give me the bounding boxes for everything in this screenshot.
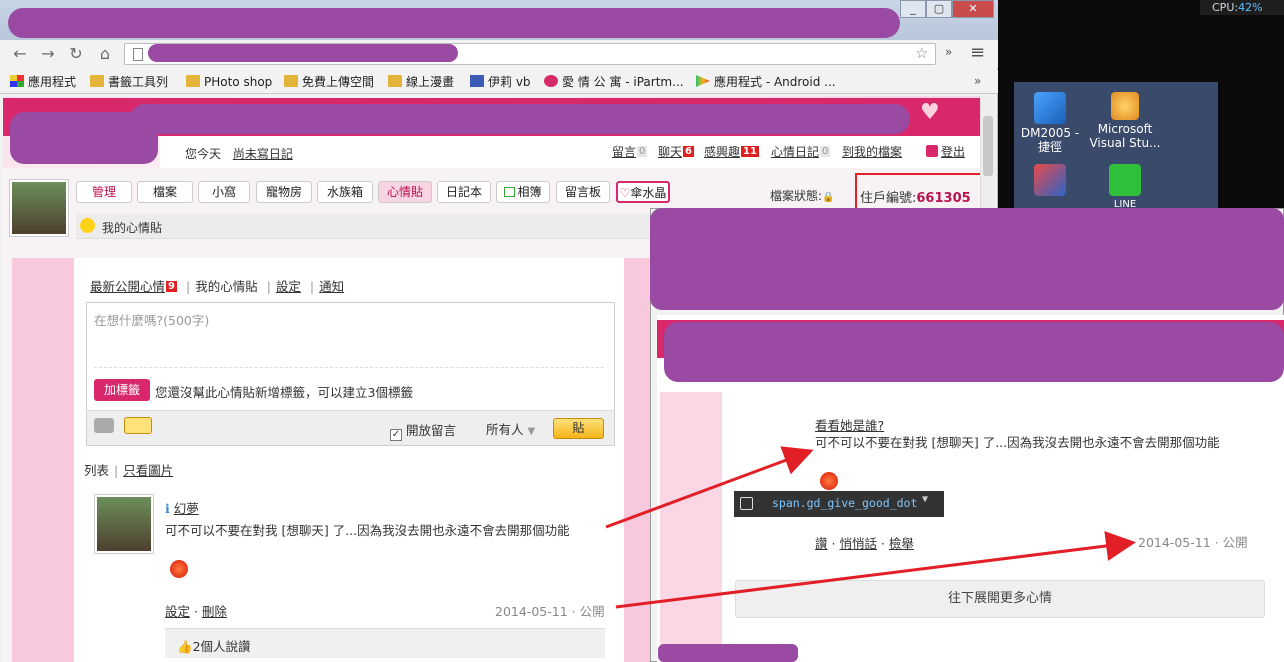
annotation-arrow-text [605, 446, 814, 529]
annotation-arrow-date [615, 531, 1136, 609]
annotation-arrows [605, 446, 1136, 609]
